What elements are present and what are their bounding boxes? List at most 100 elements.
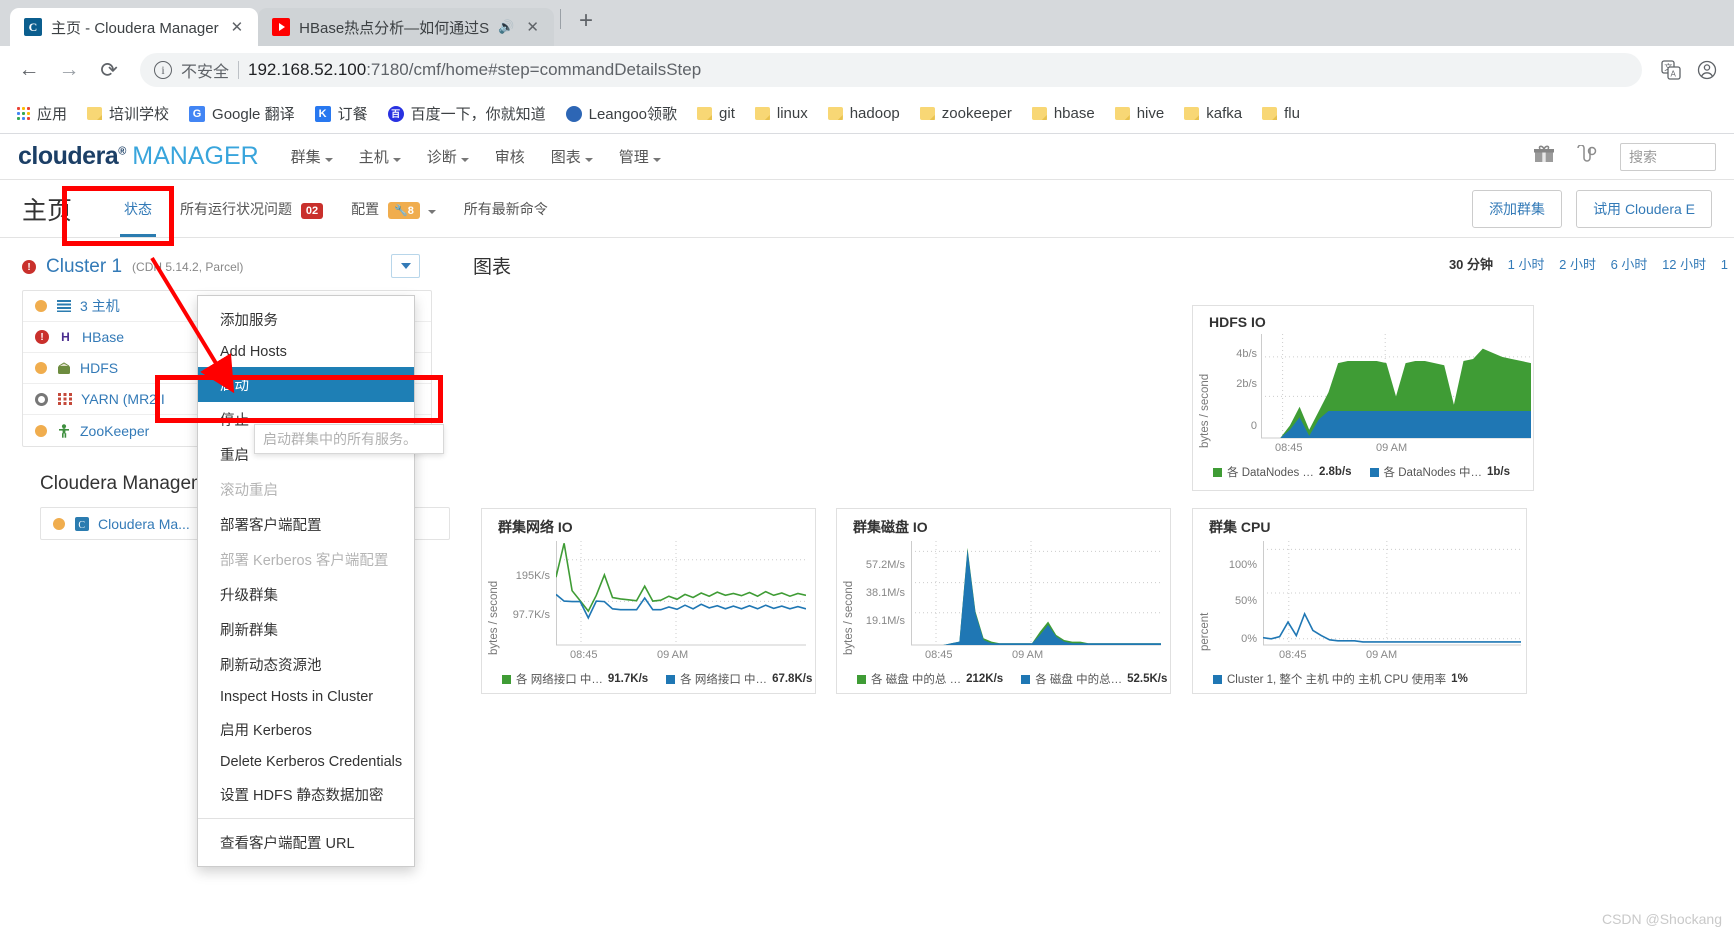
cluster-name[interactable]: Cluster 1: [46, 256, 122, 278]
bookmark-apps[interactable]: 应用: [10, 100, 74, 127]
tab-all-health-issues[interactable]: 所有运行状况问题 02: [166, 199, 337, 219]
bookmark-google-translate[interactable]: G Google 翻译: [182, 100, 302, 127]
cluster-version: (CDH 5.14.2, Parcel): [132, 260, 244, 274]
bookmark-linux[interactable]: linux: [748, 102, 815, 125]
legend-value: 212K/s: [966, 673, 1004, 685]
bookmark-git[interactable]: git: [690, 102, 742, 125]
menu-item-add-hosts[interactable]: Add Hosts: [198, 337, 414, 367]
zookeeper-icon: [56, 423, 71, 438]
support-icon[interactable]: [1576, 144, 1598, 168]
bookmark-peixun[interactable]: 培训学校: [80, 100, 176, 127]
chevron-down-icon[interactable]: [427, 209, 436, 214]
profile-icon[interactable]: [1692, 55, 1722, 85]
back-icon[interactable]: ←: [12, 53, 46, 87]
menu-item-refresh-cluster[interactable]: 刷新群集: [198, 612, 414, 647]
bookmark-hadoop[interactable]: hadoop: [821, 102, 907, 125]
bookmark-dingcan[interactable]: K 订餐: [308, 100, 375, 127]
info-icon[interactable]: i: [154, 61, 172, 79]
chevron-down-icon: [324, 158, 333, 162]
chart-card-cluster-disk-io[interactable]: 群集磁盘 IO bytes / second 19.1M/s 38.1M/s 5…: [836, 508, 1171, 694]
nav-item-administration[interactable]: 管理: [619, 146, 661, 167]
try-cloudera-enterprise-button[interactable]: 试用 Cloudera E: [1576, 189, 1712, 228]
y-tick: 19.1M/s: [865, 615, 905, 627]
tab-configuration[interactable]: 配置 🔧8: [337, 199, 450, 219]
bookmark-leangoo[interactable]: Leangoo领歌: [559, 100, 684, 127]
menu-item-setup-hdfs-encryption[interactable]: 设置 HDFS 静态数据加密: [198, 777, 414, 812]
menu-item-view-client-config-urls[interactable]: 查看客户端配置 URL: [198, 825, 414, 860]
close-icon[interactable]: ✕: [228, 18, 247, 36]
forward-icon[interactable]: →: [52, 53, 86, 87]
menu-item-deploy-client-config[interactable]: 部署客户端配置: [198, 507, 414, 542]
gift-icon[interactable]: [1534, 145, 1554, 168]
bookmark-label: hbase: [1053, 105, 1095, 122]
tab-strip: C 主页 - Cloudera Manager ✕ HBase热点分析—如何通过…: [0, 0, 1734, 46]
menu-item-start[interactable]: 启动: [198, 367, 414, 402]
time-range-1d[interactable]: 1: [1721, 257, 1728, 272]
omnibox-divider: [238, 61, 240, 79]
translate-icon[interactable]: 文A: [1656, 55, 1686, 85]
browser-tab-hbase[interactable]: HBase热点分析—如何通过S 🔊 ✕: [258, 8, 554, 46]
menu-item-deploy-kerberos-client-config: 部署 Kerberos 客户端配置: [220, 553, 389, 569]
security-label: 不安全: [181, 64, 230, 81]
address-bar[interactable]: i 不安全 192.168.52.100:7180/cmf/home#step=…: [140, 53, 1642, 87]
time-range-1h[interactable]: 1 小时: [1508, 257, 1545, 272]
chart-card-hdfs-io[interactable]: HDFS IO bytes / second 0 2b/s 4b/s 08:45…: [1192, 305, 1534, 491]
time-range-12h[interactable]: 12 小时: [1662, 257, 1706, 272]
cluster-actions-dropdown[interactable]: [391, 254, 420, 278]
legend-item[interactable]: 各 网络接口 中… 91.7K/s: [502, 671, 648, 687]
menu-item-inspect-hosts[interactable]: Inspect Hosts in Cluster: [198, 682, 414, 712]
browser-tab-cloudera[interactable]: C 主页 - Cloudera Manager ✕: [10, 8, 259, 46]
time-range-2h[interactable]: 2 小时: [1559, 257, 1596, 272]
logo-secondary: MANAGER: [132, 142, 259, 170]
legend-item[interactable]: 各 磁盘 中的总… 52.5K/s: [1021, 671, 1167, 687]
legend-item[interactable]: Cluster 1, 整个 主机 中的 主机 CPU 使用率 1%: [1213, 671, 1468, 687]
legend-swatch: [666, 674, 676, 684]
chart-title: HDFS IO: [1209, 314, 1266, 330]
bookmark-flume[interactable]: flu: [1255, 102, 1307, 125]
service-label: YARN (MR2 I: [81, 391, 165, 407]
legend-value: 52.5K/s: [1127, 673, 1168, 685]
legend-item[interactable]: 各 磁盘 中的总 … 212K/s: [857, 671, 1003, 687]
menu-item-add-service[interactable]: 添加服务: [198, 302, 414, 337]
legend-value: 1b/s: [1486, 466, 1510, 478]
nav-item-diagnostics[interactable]: 诊断: [427, 146, 469, 167]
service-label: 3 主机: [80, 298, 120, 314]
time-range-6h[interactable]: 6 小时: [1611, 257, 1648, 272]
bookmark-zookeeper[interactable]: zookeeper: [913, 102, 1019, 125]
url-path: :7180/cmf/home#step=commandDetailsStep: [366, 60, 702, 79]
add-cluster-button[interactable]: 添加群集: [1472, 189, 1563, 228]
chart-card-cluster-cpu[interactable]: 群集 CPU percent 0% 50% 100% 08:45 09 AM C…: [1192, 508, 1527, 694]
chart-card-cluster-network-io[interactable]: 群集网络 IO bytes / second 97.7K/s 195K/s 08…: [481, 508, 816, 694]
legend-item[interactable]: 各 DataNodes … 2.8b/s: [1213, 464, 1352, 480]
status-dot: [35, 362, 47, 374]
close-icon[interactable]: ✕: [523, 18, 542, 36]
bookmark-label: hadoop: [849, 105, 900, 122]
nav-item-audits[interactable]: 审核: [495, 146, 525, 167]
menu-item-refresh-dynamic-resource-pools[interactable]: 刷新动态资源池: [198, 647, 414, 682]
tab-status[interactable]: 状态: [110, 199, 166, 237]
status-dot: [35, 300, 47, 312]
bookmark-kafka[interactable]: kafka: [1177, 102, 1249, 125]
page-toolbar: 主页 状态 所有运行状况问题 02 配置 🔧8 所有最新命令 添加群集 试用 C…: [0, 180, 1734, 238]
tab-all-recent-commands[interactable]: 所有最新命令: [450, 199, 562, 219]
x-tick: 08:45: [1275, 442, 1303, 454]
time-range-30min[interactable]: 30 分钟: [1449, 257, 1493, 272]
menu-item-enable-kerberos[interactable]: 启用 Kerberos: [198, 712, 414, 747]
speaker-icon[interactable]: 🔊: [498, 19, 514, 35]
reload-icon[interactable]: ⟳: [92, 53, 126, 87]
bookmark-hbase[interactable]: hbase: [1025, 102, 1102, 125]
cloudera-logo[interactable]: cloudera® MANAGER: [18, 142, 259, 171]
bookmark-hive[interactable]: hive: [1108, 102, 1172, 125]
bookmark-baidu[interactable]: 百 百度一下，你就知道: [381, 100, 553, 127]
nav-item-clusters[interactable]: 群集: [291, 146, 333, 167]
nav-item-charts[interactable]: 图表: [551, 146, 593, 167]
search-input[interactable]: 搜索: [1620, 142, 1716, 171]
menu-item-delete-kerberos-credentials[interactable]: Delete Kerberos Credentials: [198, 747, 414, 777]
new-tab-button[interactable]: +: [567, 9, 605, 37]
legend-item[interactable]: 各 网络接口 中… 67.8K/s: [666, 671, 812, 687]
main-nav: 群集 主机 诊断 审核 图表 管理: [291, 146, 661, 167]
nav-item-hosts[interactable]: 主机: [359, 146, 401, 167]
menu-item-upgrade-cluster[interactable]: 升级群集: [198, 577, 414, 612]
chevron-down-icon: [400, 263, 411, 269]
legend-item[interactable]: 各 DataNodes 中… 1b/s: [1369, 464, 1510, 480]
